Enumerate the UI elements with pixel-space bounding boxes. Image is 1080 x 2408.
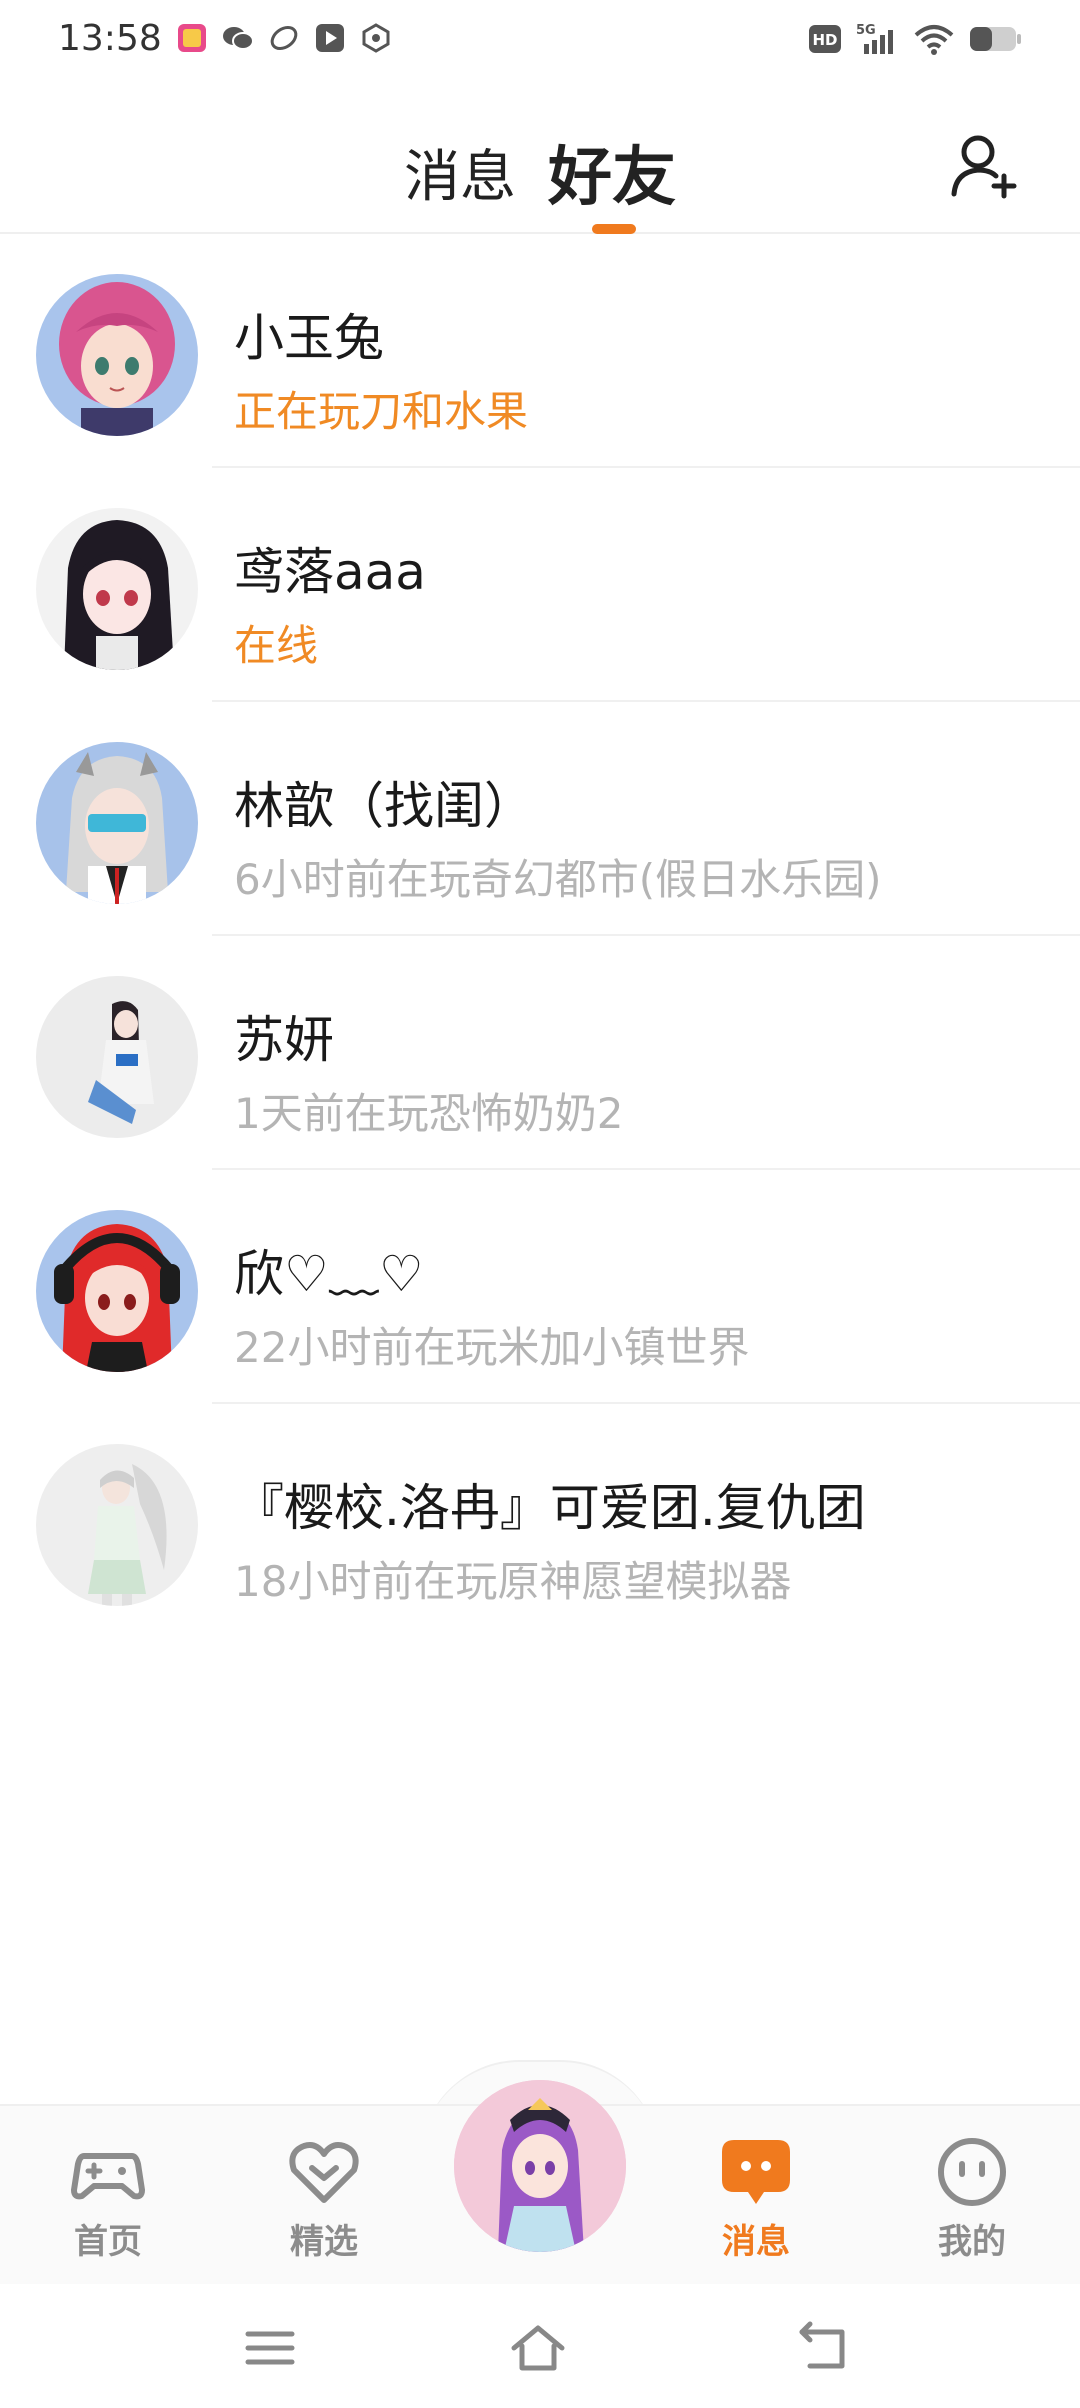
friend-name: 苏妍 [234, 1011, 334, 1069]
friend-row[interactable]: 欣♡﹏♡ 22小时前在玩米加小镇世界 [0, 1170, 1080, 1404]
nav-mine[interactable]: 我的 [902, 2134, 1042, 2263]
friend-status: 6小时前在玩奇幻都市(假日水乐园) [234, 855, 882, 904]
friend-status: 18小时前在玩原神愿望模拟器 [234, 1557, 792, 1606]
friend-row[interactable]: 鸢落aaa 在线 [0, 468, 1080, 702]
nav-featured-label: 精选 [290, 2222, 358, 2262]
friend-name: 鸢落aaa [234, 543, 426, 601]
friend-name: 林歆（找闺） [234, 777, 534, 835]
wechat-icon [222, 22, 254, 54]
game-icon [268, 22, 300, 54]
avatar[interactable] [36, 1210, 198, 1372]
friend-status: 22小时前在玩米加小镇世界 [234, 1323, 750, 1372]
nav-messages[interactable]: 消息 [686, 2134, 826, 2263]
avatar[interactable] [36, 1444, 198, 1606]
friend-name: 小玉兔 [234, 309, 384, 367]
svg-text:5G: 5G [856, 23, 876, 38]
avatar[interactable] [36, 976, 198, 1138]
friend-status: 正在玩刀和水果 [234, 387, 529, 436]
wifi-icon [914, 23, 954, 59]
menu-icon[interactable] [242, 2320, 298, 2376]
tab-messages[interactable]: 消息 [404, 132, 516, 213]
tab-friends[interactable]: 好友 [548, 126, 676, 218]
nav-home-label: 首页 [74, 2222, 142, 2262]
gamepad-icon [70, 2134, 146, 2210]
friend-status: 1天前在玩恐怖奶奶2 [234, 1089, 624, 1138]
smiley-face-icon [934, 2134, 1010, 2210]
signal-icon: 5G [856, 22, 900, 60]
nav-center-avatar[interactable] [454, 2080, 626, 2252]
friend-row[interactable]: 小玉兔 正在玩刀和水果 [0, 234, 1080, 468]
battery-icon [968, 24, 1022, 58]
heart-chevron-icon [286, 2134, 362, 2210]
status-app-icons [176, 22, 392, 54]
home-icon[interactable] [510, 2320, 566, 2376]
nav-featured[interactable]: 精选 [254, 2134, 394, 2263]
status-bar: 13:58 HD 5G [0, 0, 1080, 84]
add-user-icon[interactable] [948, 128, 1022, 202]
system-nav-bar [0, 2284, 1080, 2408]
active-tab-indicator [592, 224, 636, 234]
avatar[interactable] [36, 274, 198, 436]
nav-home[interactable]: 首页 [38, 2134, 178, 2263]
avatar[interactable] [36, 508, 198, 670]
friend-status: 在线 [234, 621, 319, 670]
back-icon[interactable] [796, 2320, 852, 2376]
header: 消息 好友 [0, 110, 1080, 234]
video-icon [314, 22, 346, 54]
hd-badge-icon: HD [808, 24, 842, 58]
friend-row[interactable]: 『樱校.洛冉』可爱团.复仇团 18小时前在玩原神愿望模拟器 [0, 1404, 1080, 1638]
friend-row[interactable]: 林歆（找闺） 6小时前在玩奇幻都市(假日水乐园) [0, 702, 1080, 936]
friend-list: 小玉兔 正在玩刀和水果 鸢落aaa 在线 林歆（找闺） 6小时前在玩奇幻都市(假… [0, 234, 1080, 1638]
avatar[interactable] [36, 742, 198, 904]
nav-mine-label: 我的 [938, 2222, 1006, 2262]
chat-bubble-icon [718, 2134, 794, 2210]
friend-row[interactable]: 苏妍 1天前在玩恐怖奶奶2 [0, 936, 1080, 1170]
status-indicators: HD 5G [808, 22, 1022, 60]
svg-text:HD: HD [812, 31, 837, 49]
app-store-icon [176, 22, 208, 54]
status-time: 13:58 [58, 18, 162, 59]
friend-name: 『樱校.洛冉』可爱团.复仇团 [234, 1479, 866, 1537]
nav-messages-label: 消息 [722, 2222, 790, 2262]
settings-hex-icon [360, 22, 392, 54]
friend-name: 欣♡﹏♡ [234, 1245, 424, 1303]
